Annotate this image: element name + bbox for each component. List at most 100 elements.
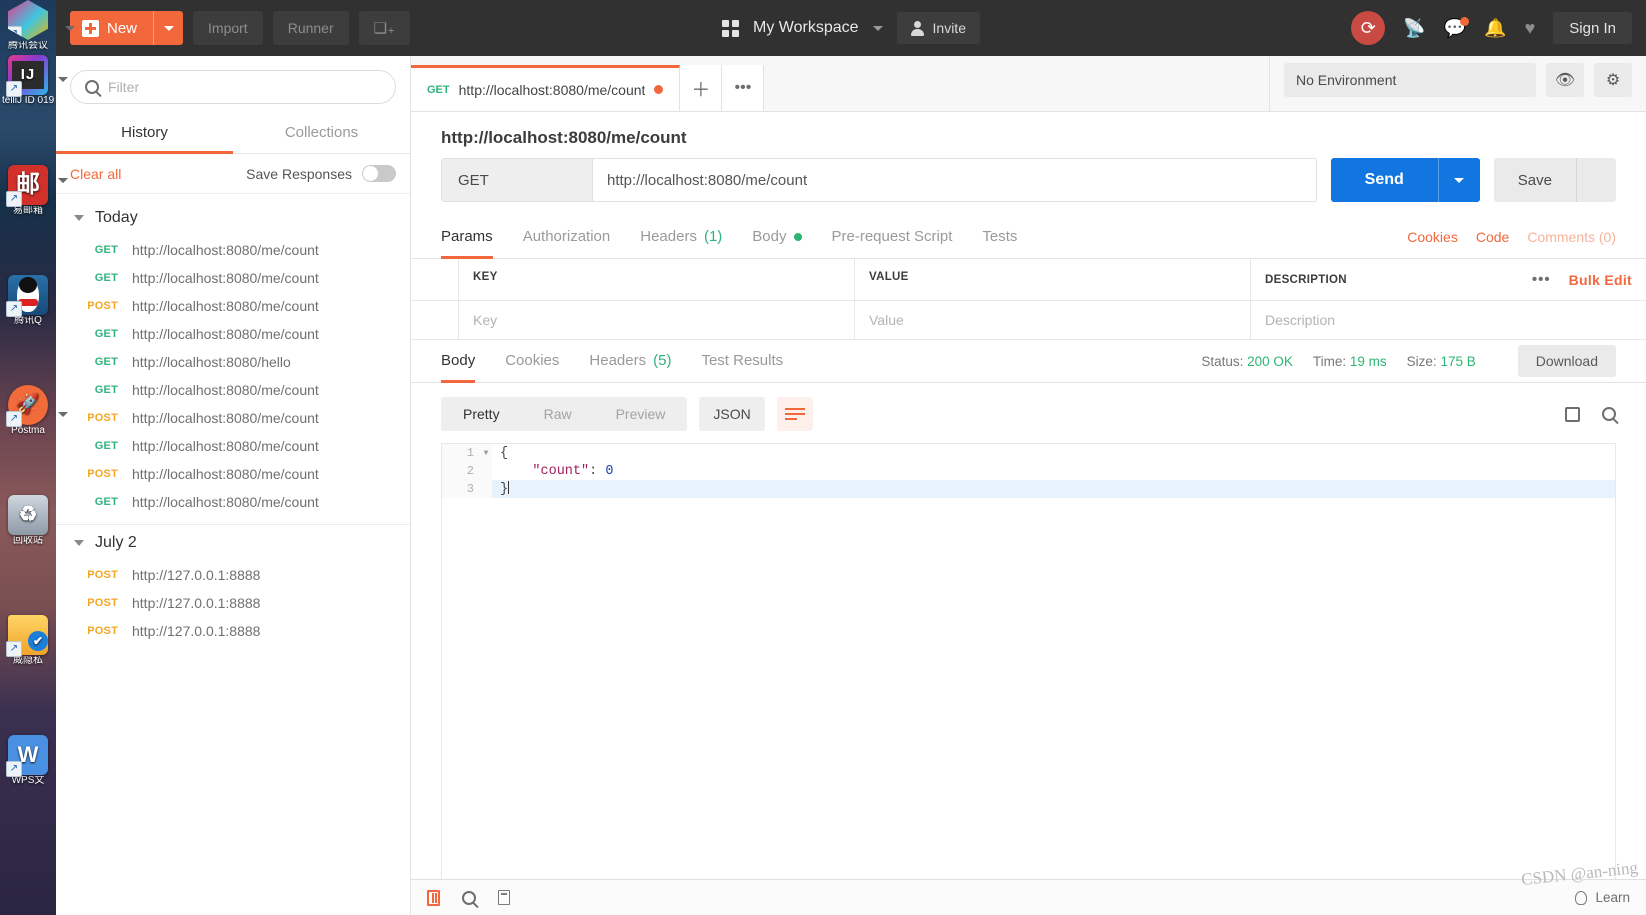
list-item[interactable]: POSThttp://localhost:8080/me/count [56, 404, 410, 432]
save-button[interactable]: Save [1494, 158, 1576, 202]
workspace-name[interactable]: My Workspace [753, 19, 859, 37]
filter-box[interactable] [70, 70, 396, 104]
list-item[interactable]: GEThttp://localhost:8080/me/count [56, 236, 410, 264]
list-item[interactable]: GEThttp://localhost:8080/hello [56, 348, 410, 376]
console-icon[interactable] [498, 890, 510, 905]
list-item[interactable]: POSThttp://127.0.0.1:8888 [56, 589, 410, 617]
tab-response-headers[interactable]: Headers (5) [589, 340, 671, 382]
tab-test-results[interactable]: Test Results [701, 340, 783, 382]
response-meta: Status: 200 OK Time: 19 ms Size: 175 B D… [1201, 345, 1616, 377]
code-link[interactable]: Code [1476, 229, 1509, 245]
environment-selector[interactable]: No Environment [1284, 63, 1536, 97]
response-tabs: Body Cookies Headers (5) Test Results St… [411, 340, 1646, 383]
folder-icon: ✔ [8, 615, 48, 655]
list-item[interactable]: POSThttp://127.0.0.1:8888 [56, 561, 410, 589]
tab-history[interactable]: History [56, 114, 233, 153]
desktop-icon-label: Postma [2, 426, 54, 437]
list-item[interactable]: POSThttp://127.0.0.1:8888 [56, 617, 410, 645]
bell-icon[interactable]: 🔔 [1484, 19, 1506, 37]
clear-all-button[interactable]: Clear all [70, 166, 121, 182]
desktop-icon-intellij-idea[interactable]: IJ telliJ ID 019.2.2 [2, 55, 54, 107]
desktop-icon-tencent-meeting[interactable]: 腾讯会议 [2, 0, 54, 52]
send-button[interactable]: Send [1331, 158, 1438, 202]
cookies-link[interactable]: Cookies [1407, 229, 1458, 245]
satellite-dish-icon[interactable]: 📡 [1403, 19, 1425, 37]
copy-icon[interactable] [1565, 407, 1580, 422]
method-selector[interactable]: GET [441, 158, 593, 202]
list-item[interactable]: GEThttp://localhost:8080/me/count [56, 320, 410, 348]
eye-icon[interactable]: 👁 [1546, 63, 1584, 97]
comments-link[interactable]: Comments (0) [1527, 229, 1616, 245]
bulk-edit-link[interactable]: Bulk Edit [1569, 272, 1632, 288]
table-row[interactable]: Key Value Description [411, 301, 1646, 340]
history-list[interactable]: Today GEThttp://localhost:8080/me/count … [56, 194, 410, 915]
save-options-button[interactable] [1576, 158, 1616, 202]
tab-response-body[interactable]: Body [441, 340, 475, 382]
runner-button[interactable]: Runner [273, 11, 349, 45]
status-bar-right: Learn [1575, 890, 1630, 905]
list-item[interactable]: POSThttp://localhost:8080/me/count [56, 292, 410, 320]
new-dropdown-caret[interactable] [153, 11, 183, 45]
status-label: Status: [1201, 354, 1243, 369]
select-all-cell[interactable] [411, 259, 459, 300]
new-button[interactable]: New [70, 11, 183, 45]
list-item[interactable]: GEThttp://localhost:8080/me/count [56, 432, 410, 460]
tab-pre-request-script[interactable]: Pre-request Script [832, 216, 953, 258]
view-mode-raw[interactable]: Raw [522, 397, 594, 431]
row-checkbox[interactable] [411, 301, 459, 339]
history-group-july-2[interactable]: July 2 [56, 525, 410, 561]
new-window-button[interactable]: ❏₊ [359, 11, 410, 45]
import-button[interactable]: Import [193, 11, 263, 45]
tab-body[interactable]: Body [752, 216, 801, 258]
heart-icon[interactable]: ♥ [1525, 19, 1536, 37]
intellij-idea-icon: IJ [8, 55, 48, 95]
list-item[interactable]: GEThttp://localhost:8080/me/count [56, 376, 410, 404]
word-wrap-icon[interactable] [777, 397, 813, 431]
tab-params[interactable]: Params [441, 216, 493, 258]
tab-headers[interactable]: Headers (1) [640, 216, 722, 258]
download-button[interactable]: Download [1518, 345, 1616, 377]
sync-icon[interactable]: ⟳ [1351, 11, 1385, 45]
tab-authorization[interactable]: Authorization [523, 216, 611, 258]
list-item[interactable]: GEThttp://localhost:8080/me/count [56, 264, 410, 292]
search-icon[interactable] [1602, 407, 1616, 421]
list-item[interactable]: POSThttp://localhost:8080/me/count [56, 460, 410, 488]
desktop-icon-recycle-bin[interactable]: ♻ 回收站 [2, 495, 54, 547]
tab-tests[interactable]: Tests [982, 216, 1017, 258]
desktop-icon-netease-mail[interactable]: 邮 易邮箱 [2, 165, 54, 217]
desktop-icon-wps-office[interactable]: W WPS文 [2, 735, 54, 787]
chevron-down-icon[interactable] [873, 26, 883, 31]
gear-icon[interactable]: ⚙ [1594, 63, 1632, 97]
value-input[interactable]: Value [855, 301, 1251, 339]
list-item[interactable]: GEThttp://localhost:8080/me/count [56, 488, 410, 516]
send-options-button[interactable] [1438, 158, 1480, 202]
learn-link[interactable]: Learn [1595, 890, 1630, 905]
search-icon[interactable] [462, 891, 476, 905]
view-mode-pretty[interactable]: Pretty [441, 397, 522, 431]
language-selector[interactable]: JSON [699, 397, 764, 431]
status-badge: 200 OK [1247, 354, 1293, 369]
response-body-editor[interactable]: 1 ▼ { 2 "count": 0 3 } [441, 443, 1616, 879]
request-tab[interactable]: GET http://localhost:8080/me/count [411, 65, 680, 111]
comment-icon[interactable]: 💬 [1444, 19, 1466, 37]
sign-in-button[interactable]: Sign In [1553, 12, 1632, 44]
desktop-icon-privacy-folder[interactable]: ✔ 威隐私 [2, 615, 54, 667]
save-responses-toggle[interactable] [362, 165, 396, 182]
tab-response-cookies[interactable]: Cookies [505, 340, 559, 382]
invite-button[interactable]: Invite [897, 12, 980, 44]
desktop-icon-tencent-qq[interactable]: 腾讯Q [2, 275, 54, 327]
key-input[interactable]: Key [459, 301, 855, 339]
desktop-icon-label: WPS文 [2, 776, 54, 787]
url-input[interactable] [593, 158, 1317, 202]
fold-toggle-icon[interactable]: ▼ [480, 444, 492, 462]
history-group-today[interactable]: Today [56, 200, 410, 236]
view-mode-preview[interactable]: Preview [594, 397, 688, 431]
desktop-icon-postman[interactable]: 🚀 Postma [2, 385, 54, 437]
book-icon[interactable] [427, 890, 440, 906]
search-input[interactable] [108, 79, 381, 95]
tab-collections[interactable]: Collections [233, 114, 410, 153]
params-more-icon[interactable]: ••• [1532, 271, 1551, 288]
tab-options-button[interactable]: ••• [722, 65, 764, 111]
description-input[interactable]: Description [1251, 301, 1646, 339]
new-tab-button[interactable]: ＋ [680, 65, 722, 111]
